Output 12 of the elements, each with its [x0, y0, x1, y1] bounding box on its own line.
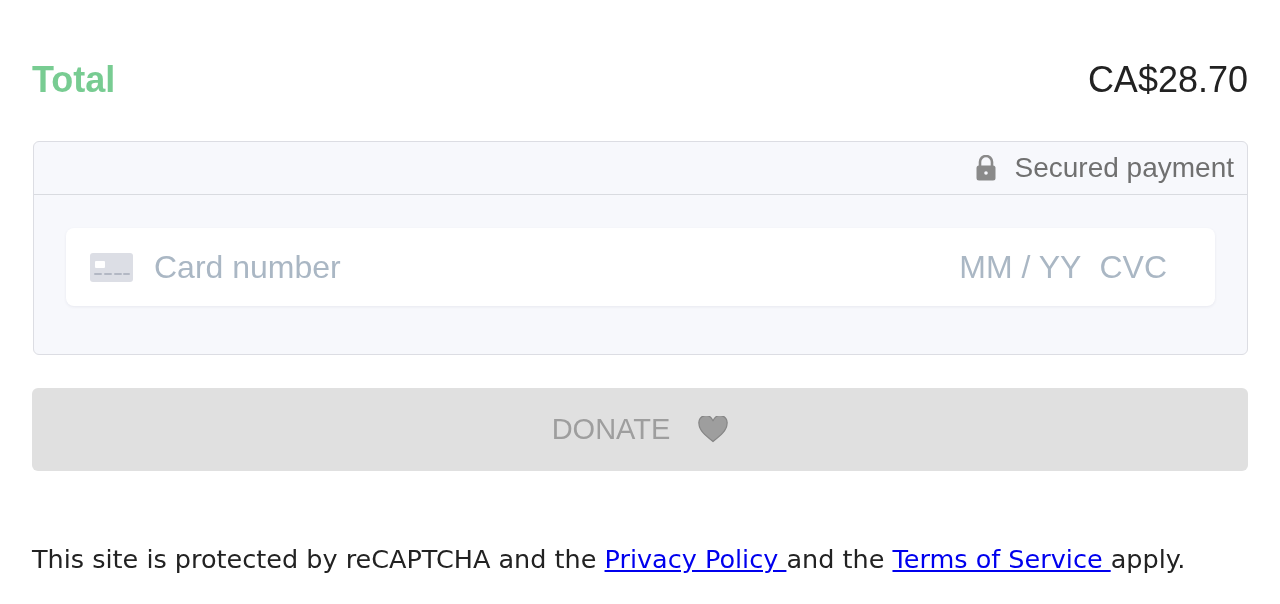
expiry-field[interactable]: MM / YY — [959, 248, 1082, 286]
heart-icon — [698, 416, 729, 443]
total-label: Total — [32, 62, 116, 98]
secured-payment-label: Secured payment — [1014, 154, 1234, 182]
cvc-field[interactable]: CVC — [1099, 248, 1167, 286]
terms-of-service-link[interactable]: Terms of Service — [892, 544, 1111, 574]
total-amount: CA$28.70 — [1087, 62, 1248, 98]
card-number-field[interactable]: Card number — [154, 248, 341, 286]
recaptcha-notice: This site is protected by reCAPTCHA and the Privacy Policy and the Terms of Service apply. — [32, 543, 1187, 576]
lock-icon — [975, 155, 996, 181]
credit-card-icon — [90, 252, 133, 282]
privacy-policy-link[interactable]: Privacy Policy — [604, 544, 787, 574]
